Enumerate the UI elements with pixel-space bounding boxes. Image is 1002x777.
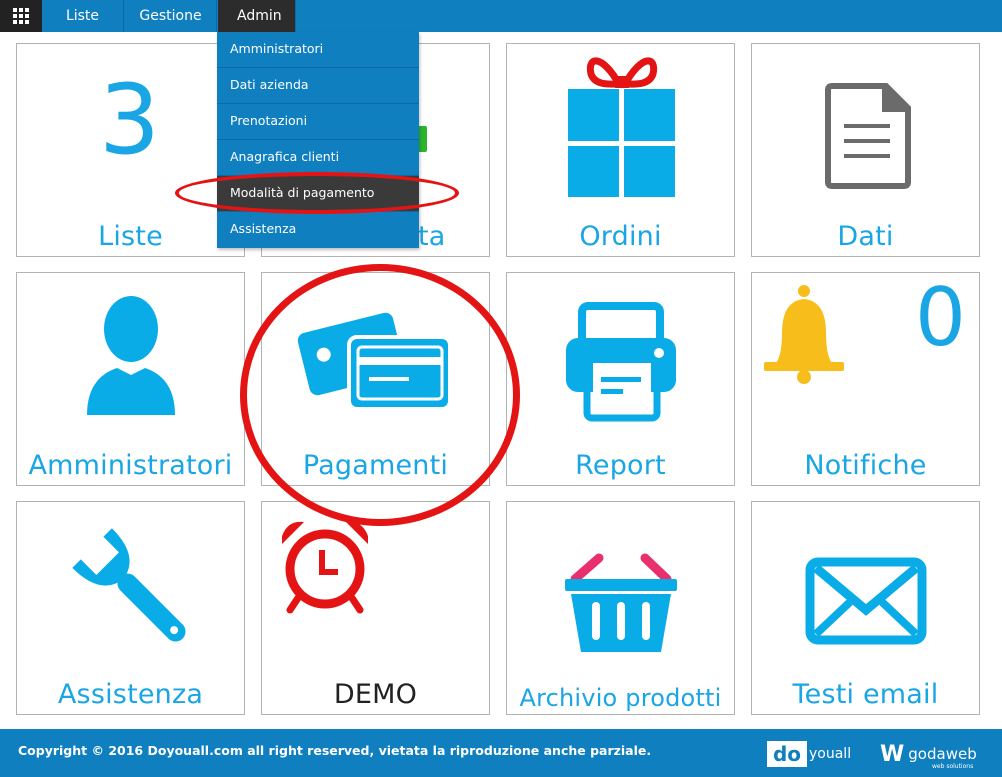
tile-testi-email[interactable]: Testi email [751, 501, 980, 715]
footer: Copyright © 2016 Doyouall.com all right … [0, 729, 1002, 777]
credit-cards-icon [297, 312, 452, 411]
tile-dati-label: Dati [837, 221, 894, 252]
menu-item-anagrafica-clienti[interactable]: Anagrafica clienti [217, 140, 419, 176]
tile-archivio-label: Archivio prodotti [519, 684, 722, 712]
tile-notifiche-label: Notifiche [804, 450, 927, 481]
admin-dropdown-menu: Amministratori Dati azienda Prenotazioni… [217, 32, 419, 248]
basket-icon [565, 553, 677, 652]
tile-archivio-prodotti[interactable]: Archivio prodotti [506, 501, 735, 715]
tile-dati[interactable]: Dati [751, 43, 980, 257]
tile-pagamenti-label: Pagamenti [302, 450, 449, 481]
notifiche-count: 0 [915, 271, 966, 364]
menu-item-assistenza[interactable]: Assistenza [217, 212, 419, 248]
tile-demo-label: DEMO [333, 679, 418, 710]
grid-icon [13, 8, 29, 24]
footer-copyright: Copyright © 2016 Doyouall.com all right … [18, 743, 652, 758]
wrench-icon [72, 528, 186, 642]
user-icon [87, 296, 175, 415]
liste-count: 3 [99, 64, 161, 176]
tile-amministratori-label: Amministratori [28, 450, 233, 481]
godaweb-logo[interactable]: W godaweb web solutions [880, 741, 977, 771]
nav-gestione[interactable]: Gestione [125, 0, 217, 32]
tile-assistenza[interactable]: Assistenza [16, 501, 245, 715]
bell-icon [764, 285, 844, 384]
tile-assistenza-label: Assistenza [57, 679, 204, 710]
tile-liste[interactable]: 3 Liste [16, 43, 245, 257]
document-icon [825, 83, 911, 189]
tile-ordini[interactable]: Ordini [506, 43, 735, 257]
menu-item-amministratori[interactable]: Amministratori [217, 32, 419, 68]
tile-demo[interactable]: DEMO [261, 501, 490, 715]
nav-liste[interactable]: Liste [42, 0, 124, 32]
envelope-icon [805, 557, 927, 645]
menu-item-prenotazioni[interactable]: Prenotazioni [217, 104, 419, 140]
tile-report-label: Report [575, 450, 666, 481]
tile-amministratori[interactable]: Amministratori [16, 272, 245, 486]
green-badge-icon [418, 126, 427, 152]
tile-report[interactable]: Report [506, 272, 735, 486]
nav-admin[interactable]: Admin [218, 0, 296, 32]
tile-liste-label: Liste [98, 221, 163, 252]
top-nav-bar: Liste Gestione Admin [0, 0, 1002, 32]
doyouall-logo[interactable]: do youall [767, 741, 851, 767]
apps-grid-button[interactable] [0, 0, 42, 32]
printer-icon [566, 302, 676, 422]
menu-item-modalita-pagamento[interactable]: Modalità di pagamento [217, 176, 419, 212]
tile-notifiche[interactable]: 0 Notifiche [751, 271, 980, 486]
tile-ordini-label: Ordini [579, 221, 662, 252]
tile-testi-email-label: Testi email [792, 679, 939, 710]
tile-pagamenti[interactable]: Pagamenti [261, 272, 490, 486]
alarm-clock-icon [282, 521, 368, 614]
menu-item-dati-azienda[interactable]: Dati azienda [217, 68, 419, 104]
gift-icon [568, 57, 675, 197]
